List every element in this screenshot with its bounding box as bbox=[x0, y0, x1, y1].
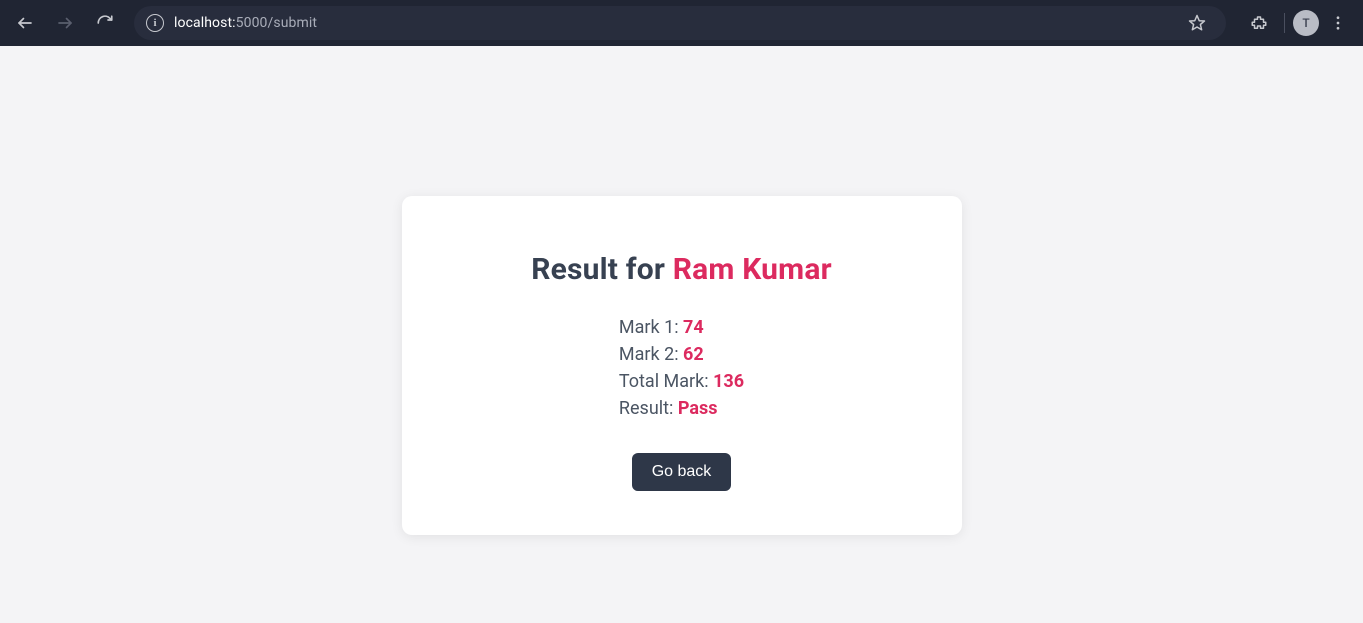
mark2-label: Mark 2: bbox=[619, 344, 683, 365]
heading-prefix: Result for bbox=[531, 252, 673, 287]
result-row: Result: Pass bbox=[619, 398, 744, 419]
avatar-initial: T bbox=[1302, 16, 1309, 30]
back-button[interactable] bbox=[8, 6, 42, 40]
result-rows: Mark 1: 74 Mark 2: 62 Total Mark: 136 Re… bbox=[619, 311, 744, 425]
url-path: 5000/submit bbox=[236, 15, 317, 31]
result-card: Result for Ram Kumar Mark 1: 74 Mark 2: … bbox=[402, 196, 962, 535]
arrow-right-icon bbox=[56, 14, 74, 32]
mark2-value: 62 bbox=[683, 344, 704, 365]
arrow-left-icon bbox=[16, 14, 34, 32]
url-text: localhost:5000/submit bbox=[174, 15, 1170, 31]
site-info-icon[interactable]: i bbox=[146, 14, 164, 32]
result-value: Pass bbox=[678, 398, 718, 419]
forward-button[interactable] bbox=[48, 6, 82, 40]
result-heading: Result for Ram Kumar bbox=[452, 252, 912, 287]
student-name: Ram Kumar bbox=[673, 252, 832, 287]
puzzle-icon bbox=[1250, 14, 1268, 32]
separator bbox=[1284, 13, 1285, 33]
reload-icon bbox=[96, 14, 114, 32]
total-label: Total Mark: bbox=[619, 371, 713, 392]
go-back-button[interactable]: Go back bbox=[632, 453, 732, 491]
mark1-row: Mark 1: 74 bbox=[619, 317, 744, 338]
star-icon bbox=[1188, 14, 1206, 32]
kebab-icon bbox=[1329, 14, 1347, 32]
chrome-actions: T bbox=[1238, 6, 1355, 40]
mark2-row: Mark 2: 62 bbox=[619, 344, 744, 365]
mark1-label: Mark 1: bbox=[619, 317, 683, 338]
result-label: Result: bbox=[619, 398, 678, 419]
url-host: localhost: bbox=[174, 15, 236, 31]
total-row: Total Mark: 136 bbox=[619, 371, 744, 392]
profile-avatar[interactable]: T bbox=[1293, 10, 1319, 36]
browser-chrome: i localhost:5000/submit T bbox=[0, 0, 1363, 46]
address-bar[interactable]: i localhost:5000/submit bbox=[134, 6, 1226, 40]
extensions-button[interactable] bbox=[1242, 6, 1276, 40]
total-value: 136 bbox=[713, 371, 744, 392]
menu-button[interactable] bbox=[1321, 6, 1355, 40]
reload-button[interactable] bbox=[88, 6, 122, 40]
page-body: Result for Ram Kumar Mark 1: 74 Mark 2: … bbox=[0, 46, 1363, 623]
bookmark-button[interactable] bbox=[1180, 6, 1214, 40]
mark1-value: 74 bbox=[683, 317, 704, 338]
